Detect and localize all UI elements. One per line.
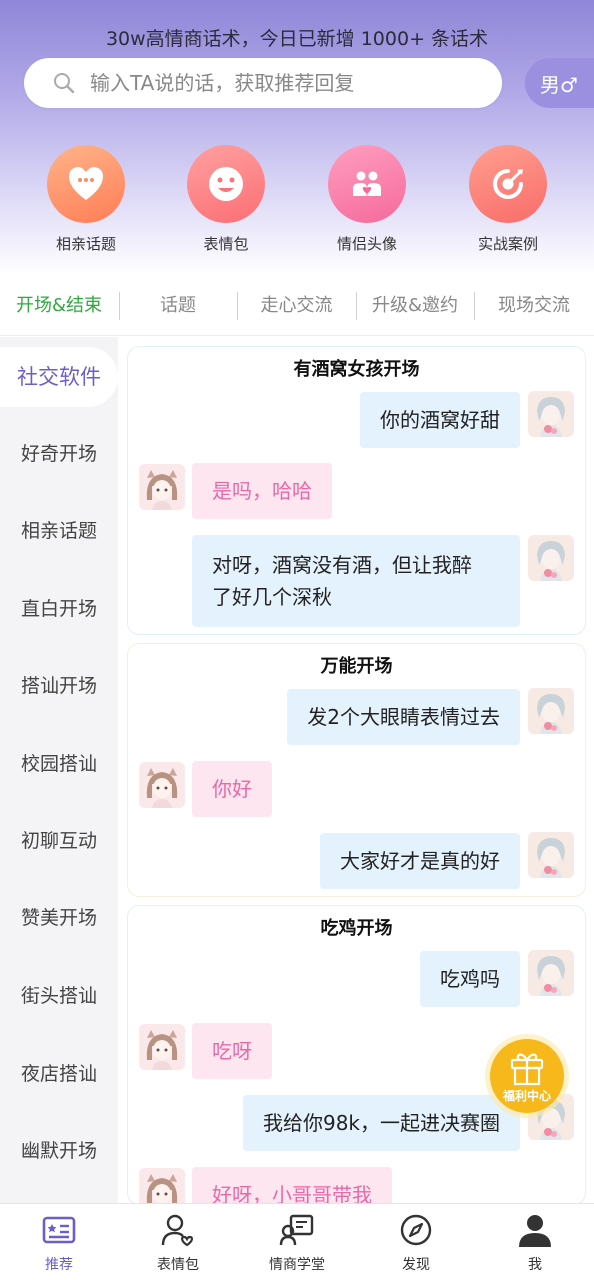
sidebar-item-nightclub-pickup[interactable]: 夜店搭讪 (0, 1044, 118, 1104)
smiley-icon (187, 145, 265, 223)
person-icon (519, 1215, 551, 1247)
nav-label: 推荐 (45, 1257, 73, 1273)
sidebar-item-compliment-opener[interactable]: 赞美开场 (0, 888, 118, 948)
target-icon (469, 145, 547, 223)
card-title: 有酒窝女孩开场 (293, 359, 420, 380)
my-message-bubble: 对呀，酒窝没有酒，但让我醉 了好几个深秋 (192, 535, 520, 627)
card-title: 万能开场 (320, 656, 393, 677)
my-message-bubble: 发2个大眼睛表情过去 (287, 689, 520, 745)
nav-recommend[interactable]: 推荐 (0, 1204, 118, 1280)
her-message-bubble: 是吗，哈哈 (192, 463, 332, 519)
sidebar-item-first-chat[interactable]: 初聊互动 (0, 811, 118, 871)
my-avatar (528, 391, 574, 437)
nav-label: 我 (528, 1257, 542, 1273)
card-title: 吃鸡开场 (320, 918, 393, 939)
script-card[interactable]: 有酒窝女孩开场 你的酒窝好甜 是吗，哈哈 对呀，酒窝没有酒，但让我醉 了好几个深… (127, 346, 586, 635)
sidebar-item-blind-date-topics[interactable]: 相亲话题 (0, 501, 118, 561)
gender-toggle-button[interactable]: 男♂ (525, 58, 594, 108)
chat-heart-icon (47, 145, 125, 223)
nav-me[interactable]: 我 (476, 1204, 594, 1280)
her-message-bubble: 吃呀 (192, 1023, 272, 1079)
quick-action-blind-date-topics[interactable]: 相亲话题 (26, 145, 146, 254)
search-bar[interactable] (24, 58, 502, 108)
my-message-bubble: 我给你98k，一起进决赛圈 (242, 1095, 520, 1151)
quick-action-label: 表情包 (203, 235, 249, 253)
my-message-bubble: 大家好才是真的好 (320, 833, 520, 889)
welfare-center-button[interactable]: 福利中心 (484, 1033, 570, 1119)
my-avatar (528, 832, 574, 878)
sidebar-item-social-apps[interactable]: 社交软件 (0, 347, 118, 407)
tab-opening-ending[interactable]: 开场&结束 (0, 276, 118, 336)
quick-action-case-studies[interactable]: 实战案例 (448, 145, 568, 254)
header-tagline: 30w高情商话术，今日已新增 1000+ 条话术 (105, 28, 489, 50)
sidebar-item-humor-opener[interactable]: 幽默开场 (0, 1121, 118, 1181)
my-avatar (528, 950, 574, 996)
nav-stickers[interactable]: 表情包 (119, 1204, 237, 1280)
sidebar-item-pickup-opener[interactable]: 搭讪开场 (0, 656, 118, 716)
gender-label: 男♂ (540, 72, 578, 97)
list-star-icon (42, 1216, 76, 1244)
category-tabs: 开场&结束 话题 走心交流 升级&邀约 现场交流 (0, 276, 594, 336)
quick-action-stickers[interactable]: 表情包 (166, 145, 286, 254)
compass-icon (400, 1214, 432, 1246)
message-line: 对呀，酒窝没有酒，但让我醉 (212, 553, 472, 577)
tab-topics[interactable]: 话题 (119, 276, 237, 336)
my-avatar (528, 688, 574, 734)
tab-heart-talk[interactable]: 走心交流 (237, 276, 356, 336)
quick-action-label: 情侣头像 (336, 235, 397, 253)
welfare-center-label: 福利中心 (502, 1088, 551, 1103)
quick-action-label: 相亲话题 (55, 235, 116, 253)
header: 30w高情商话术，今日已新增 1000+ 条话术 男♂ 相亲话题 表情包 情侣头… (0, 0, 594, 275)
tab-onsite-talk[interactable]: 现场交流 (474, 276, 594, 336)
search-input[interactable] (90, 71, 470, 95)
script-card[interactable]: 万能开场 发2个大眼睛表情过去 你好 大家好才是真的好 (127, 643, 586, 897)
tab-upgrade-invite[interactable]: 升级&邀约 (356, 276, 474, 336)
her-avatar (139, 762, 185, 808)
sidebar: 社交软件 好奇开场 相亲话题 直白开场 搭讪开场 校园搭讪 初聊互动 赞美开场 … (0, 337, 118, 1203)
nav-label: 情商学堂 (269, 1257, 325, 1273)
nav-eq-academy[interactable]: 情商学堂 (238, 1204, 356, 1280)
my-avatar (528, 535, 574, 581)
sidebar-item-direct-opener[interactable]: 直白开场 (0, 579, 118, 639)
bottom-navigation: 推荐 表情包 情商学堂 发现 我 (0, 1203, 594, 1280)
my-message-bubble: 你的酒窝好甜 (360, 392, 520, 448)
nav-discover[interactable]: 发现 (357, 1204, 475, 1280)
user-heart-icon (161, 1214, 194, 1247)
my-message-bubble: 吃鸡吗 (420, 951, 520, 1007)
her-message-bubble: 你好 (192, 761, 272, 817)
quick-action-label: 实战案例 (477, 235, 538, 253)
sidebar-item-street-pickup[interactable]: 街头搭讪 (0, 966, 118, 1026)
sidebar-item-campus-pickup[interactable]: 校园搭讪 (0, 734, 118, 794)
search-icon (54, 73, 75, 94)
sidebar-item-curious-opener[interactable]: 好奇开场 (0, 424, 118, 484)
nav-label: 发现 (402, 1257, 430, 1273)
teacher-board-icon (279, 1214, 314, 1246)
her-avatar (139, 1024, 185, 1070)
message-line: 了好几个深秋 (212, 585, 332, 609)
nav-label: 表情包 (157, 1257, 199, 1273)
her-avatar (139, 464, 185, 510)
quick-action-couple-avatars[interactable]: 情侣头像 (307, 145, 427, 254)
couple-icon (328, 145, 406, 223)
